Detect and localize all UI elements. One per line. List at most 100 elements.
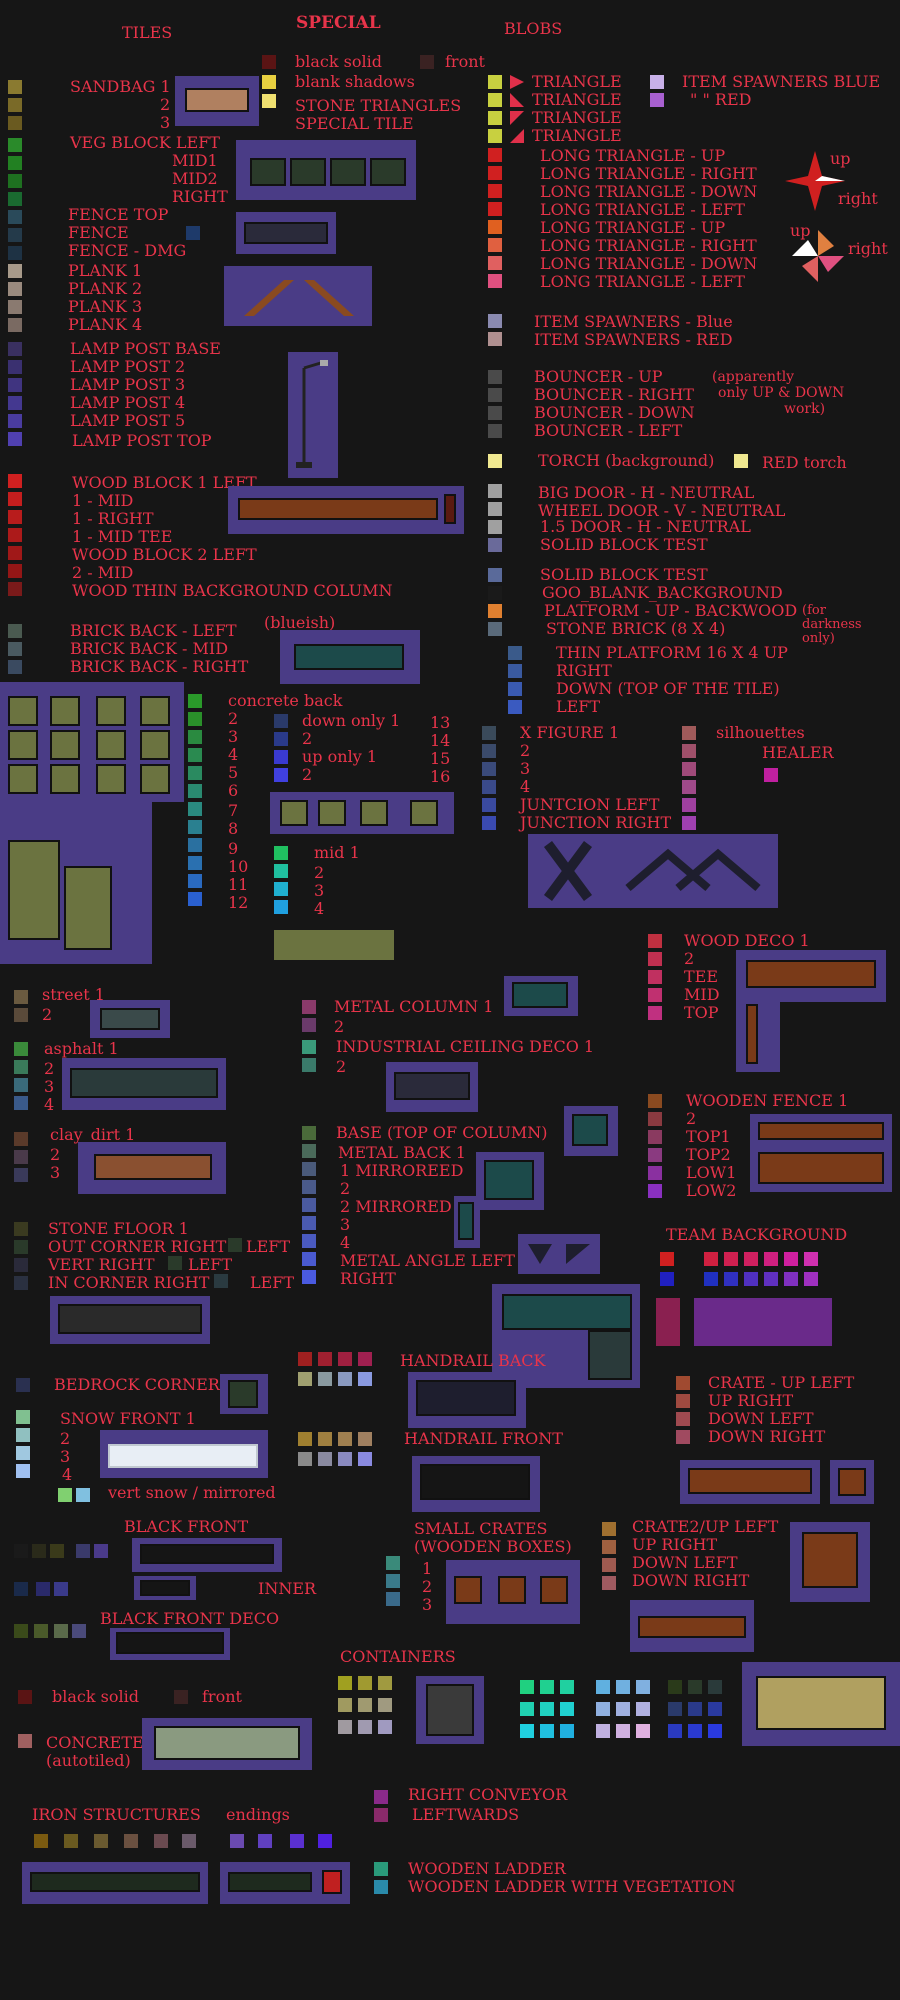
base-col-swatch (302, 1252, 316, 1266)
lamp-label: LAMP POST BASE (70, 339, 221, 358)
base-col-swatch (302, 1180, 316, 1194)
up-only-2: 2 (302, 765, 313, 784)
team-bg-preview (694, 1298, 832, 1346)
crate2-label: DOWN LEFT (632, 1553, 738, 1572)
ind-ceil-label: INDUSTRIAL CEILING DECO 1 (336, 1037, 595, 1056)
arrow-label: up (790, 221, 811, 240)
stone-floor-label: LEFT (188, 1255, 233, 1274)
blob-swatch (488, 202, 502, 216)
special-stone-triangles: STONE TRIANGLES (295, 96, 462, 115)
container-swatch (358, 1720, 372, 1734)
concrete-num: 4 (228, 745, 239, 764)
crate-swatch (676, 1412, 690, 1426)
lamp-swatch (8, 396, 22, 410)
item-spawner-swatch (650, 75, 664, 89)
veg-label: VEG BLOCK LEFT (70, 133, 220, 152)
stone-floor-label: VERT RIGHT (48, 1255, 155, 1274)
base-col-label: 4 (340, 1233, 351, 1252)
handrail-swatch (358, 1372, 372, 1386)
handrail-front-preview (412, 1456, 540, 1512)
handrail-swatch (358, 1452, 372, 1466)
tiles-header: TILES (122, 23, 173, 42)
mid-swatch (274, 864, 288, 878)
wood-deco-swatch (648, 1006, 662, 1020)
ind-ceil-swatch (302, 1058, 316, 1072)
container-swatch (596, 1680, 610, 1694)
metal-column-preview (504, 976, 578, 1016)
arrow-label: up (830, 149, 851, 168)
stone-floor-label: LEFT (246, 1237, 291, 1256)
wooden-fence-label: LOW1 (686, 1163, 737, 1182)
street-label: 2 (42, 1005, 53, 1024)
blob-swatch (488, 238, 502, 252)
veg-label: MID1 (172, 151, 218, 170)
fence-swatch (186, 226, 200, 240)
asphalt-swatch (14, 1060, 28, 1074)
special-front: front (445, 52, 485, 71)
clay-swatch (14, 1168, 28, 1182)
base-col-swatch (302, 1126, 316, 1140)
wood-deco-preview (736, 950, 886, 1002)
thin-platform-swatch (508, 682, 522, 696)
healer-label: HEALER (762, 743, 834, 762)
wooden-fence-swatch (648, 1112, 662, 1126)
snow-swatch (58, 1488, 72, 1502)
wooden-fence-swatch (648, 1130, 662, 1144)
plank-swatch (8, 318, 22, 332)
concrete-swatch (188, 694, 202, 708)
blob-label: TRIANGLE (532, 108, 622, 127)
x-figure-label: 4 (520, 777, 531, 796)
conveyor-label: RIGHT CONVEYOR (408, 1785, 568, 1804)
container-swatch (560, 1724, 574, 1738)
bouncer-label: BOUNCER - LEFT (534, 421, 683, 440)
long-triangle-label: LONG TRIANGLE - RIGHT (540, 236, 757, 255)
container-swatch (668, 1724, 682, 1738)
long-triangle-label: LONG TRIANGLE - LEFT (540, 272, 745, 291)
metal-back-preview (476, 1152, 544, 1210)
ind-ceil-label: 2 (336, 1057, 347, 1076)
wood-deco-label: MID (684, 985, 720, 1004)
stone-floor-swatch (14, 1240, 28, 1254)
door-label: BIG DOOR - H - NEUTRAL (538, 483, 755, 502)
misc-label: GOO_BLANK_BACKGROUND (542, 583, 783, 602)
container-swatch (636, 1680, 650, 1694)
conveyor-swatch (374, 1790, 388, 1804)
wood-swatch (8, 582, 22, 596)
misc-label: PLATFORM - UP - BACKWOOD (544, 601, 798, 620)
container-swatch (708, 1680, 722, 1694)
concrete-swatch (188, 784, 202, 798)
snow-label: 4 (62, 1465, 73, 1484)
wood-deco-post (736, 1000, 780, 1072)
base-col-preview (564, 1106, 618, 1156)
iron-swatch (34, 1834, 48, 1848)
concrete-num: 8 (228, 819, 239, 838)
container-swatch (688, 1680, 702, 1694)
wood-deco-swatch (648, 952, 662, 966)
container-swatch (378, 1676, 392, 1690)
arrow-label: right (838, 189, 878, 208)
ladder-swatch (374, 1862, 388, 1876)
clay-label: 2 (50, 1145, 61, 1164)
thin-platform-swatch (508, 646, 522, 660)
iron-label: IRON STRUCTURES (32, 1805, 201, 1824)
concrete-swatch (188, 802, 202, 816)
down-up-preview (270, 792, 454, 834)
container-swatch (616, 1702, 630, 1716)
inner-swatch (54, 1582, 68, 1596)
blob-label: TRIANGLE (532, 72, 622, 91)
lamp-label: LAMP POST TOP (72, 431, 212, 450)
handrail-swatch (358, 1432, 372, 1446)
sandbag-label: SANDBAG 1 (70, 77, 171, 96)
x-figure-label: 2 (520, 741, 531, 760)
clay-swatch (14, 1150, 28, 1164)
base-col-label: METAL ANGLE LEFT (340, 1251, 515, 1270)
blob-label: TRIANGLE (532, 90, 622, 109)
down-up-num: 16 (430, 767, 451, 786)
concrete-autotiled-preview (142, 1718, 312, 1770)
mid-label: 3 (314, 881, 325, 900)
endings-swatch (290, 1834, 304, 1848)
sandbag-label: 3 (160, 113, 171, 132)
wood-deco-swatch (648, 934, 662, 948)
handrail-swatch (318, 1372, 332, 1386)
misc-label: SOLID BLOCK TEST (540, 565, 708, 584)
